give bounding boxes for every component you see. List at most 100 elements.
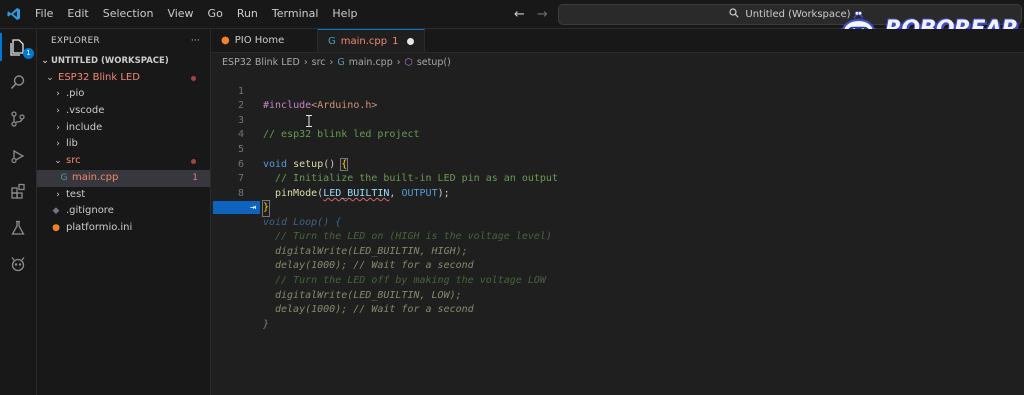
code-token: #include [263, 100, 312, 112]
tree-item-lib[interactable]: › lib [37, 136, 210, 153]
cpp-file-icon: G [60, 172, 68, 183]
explorer-icon[interactable]: 1 [6, 35, 34, 59]
cpp-file-icon: G [328, 35, 336, 47]
code-line: 3 // esp32 blink led project [211, 99, 420, 141]
code-token: LED_BUILTIN [323, 187, 390, 199]
explorer-badge: 1 [23, 48, 34, 59]
back-arrow-icon[interactable]: ← [514, 7, 525, 22]
tab-pio-home[interactable]: ● PIO Home [211, 29, 318, 52]
tree-item-label: platformio.ini [66, 221, 133, 233]
ghost-line: // Turn the LED off by making the voltag… [211, 259, 546, 286]
code-token: setup [293, 158, 324, 170]
ghost-text: delay(1000); // Wait for a second [275, 260, 474, 272]
chevron-right-icon: › [56, 139, 60, 150]
platformio-alien-icon[interactable] [6, 252, 30, 276]
code-line: 1 #include<Arduino.h> [211, 70, 377, 112]
explorer-header: EXPLORER ··· [37, 29, 210, 53]
ghost-line: digitalWrite(LED_BUILTIN, LOW); [211, 274, 462, 301]
line-number: 8 [237, 187, 244, 199]
tab-label: main.cpp [340, 35, 388, 47]
tree-item-label: .gitignore [66, 205, 114, 217]
platformio-file-icon: ● [52, 222, 60, 233]
menu-selection[interactable]: Selection [96, 0, 161, 28]
modified-dot-icon [191, 75, 196, 81]
code-comment: // esp32 blink led project [263, 129, 420, 141]
chevron-right-icon: › [56, 189, 60, 200]
code-line: 5 void setup() { [211, 128, 349, 171]
tab-main-cpp[interactable]: G main.cpp 1 [318, 29, 426, 52]
code-token: OUTPUT [401, 187, 438, 199]
menu-run[interactable]: Run [230, 0, 265, 28]
tree-item-label: .vscode [66, 105, 105, 117]
tree-item-src[interactable]: ⌄ src [37, 153, 210, 170]
tree-item-gitignore[interactable]: ◆ .gitignore [37, 203, 210, 220]
chevron-down-icon: ⌄ [54, 156, 62, 167]
explorer-title: EXPLORER [51, 36, 100, 46]
menu-file[interactable]: File [28, 0, 60, 28]
ghost-text: // Turn the LED off by making the voltag… [275, 274, 546, 286]
file-icon: ◆ [52, 206, 60, 217]
cpp-file-icon: G [337, 56, 345, 68]
tree-item-test[interactable]: › test [37, 187, 210, 204]
nav-arrows: ← → [514, 0, 548, 28]
more-actions-icon[interactable]: ··· [191, 36, 200, 46]
menu-view[interactable]: View [160, 0, 200, 28]
code-token: () [323, 158, 342, 170]
text-cursor-icon [306, 115, 312, 127]
ghost-text: digitalWrite(LED_BUILTIN, LOW); [275, 289, 462, 301]
tab-label: PIO Home [234, 35, 285, 46]
ghost-line: // Turn the LED on (HIGH is the voltage … [211, 216, 552, 242]
chevron-right-icon: › [56, 106, 60, 117]
activity-bar: 1 [0, 29, 37, 395]
tree-item-label: include [66, 121, 103, 133]
code-token: } [261, 200, 271, 217]
workspace-label: UNTITLED (WORKSPACE) [51, 56, 169, 66]
run-debug-icon[interactable] [6, 144, 30, 168]
extensions-icon[interactable] [6, 179, 30, 203]
project-folder[interactable]: ⌄ ESP32 Blink LED [37, 70, 210, 87]
ghost-line: digitalWrite(LED_BUILTIN, HIGH); [211, 230, 468, 257]
menu-terminal[interactable]: Terminal [265, 0, 326, 28]
source-control-icon[interactable] [6, 107, 30, 131]
chevron-down-icon: ⌄ [46, 72, 54, 83]
code-line: 8 } [211, 172, 271, 217]
menu-edit[interactable]: Edit [60, 0, 95, 28]
modified-dot-icon [191, 159, 196, 165]
unsaved-dot-icon[interactable] [407, 37, 415, 45]
code-line: 7 pinMode(LED_BUILTIN, OUTPUT); [211, 158, 450, 199]
tree-item-pio[interactable]: › .pio [37, 86, 210, 103]
tree-item-label: src [66, 155, 81, 167]
testing-flask-icon[interactable] [6, 216, 30, 240]
tree-item-label: main.cpp [72, 171, 119, 183]
menu-help[interactable]: Help [325, 0, 364, 28]
tree-item-platformio-ini[interactable]: ● platformio.ini [37, 220, 210, 237]
chevron-right-icon: › [329, 56, 334, 68]
tree-item-include[interactable]: › include [37, 120, 210, 137]
breadcrumb-file[interactable]: main.cpp [349, 57, 393, 68]
ghost-text: } [263, 318, 270, 330]
search-icon[interactable] [6, 70, 30, 94]
breadcrumb: ESP32 Blink LED › src › G main.cpp › ⬡ s… [222, 54, 451, 70]
code-token: <Arduino.h> [311, 100, 378, 112]
active-indicator [0, 33, 2, 61]
chevron-right-icon: › [396, 56, 401, 68]
menu-go[interactable]: Go [201, 0, 230, 28]
ghost-line: delay(1000); // Wait for a second [211, 289, 474, 315]
code-editor[interactable]: 1 #include<Arduino.h> 2 3 // esp32 blink… [211, 70, 1024, 395]
ghost-line: void Loop() { [211, 201, 341, 228]
project-label: ESP32 Blink LED [58, 71, 140, 83]
ghost-line: delay(1000); // Wait for a second [211, 245, 474, 271]
tree-item-main-cpp[interactable]: G main.cpp 1 [37, 169, 210, 187]
chevron-right-icon: › [56, 122, 60, 133]
vscode-logo-icon [0, 0, 28, 28]
explorer-sidebar: EXPLORER ··· ⌄ UNTITLED (WORKSPACE) ⌄ ES… [37, 29, 211, 395]
forward-arrow-icon[interactable]: → [537, 7, 548, 22]
breadcrumb-project[interactable]: ESP32 Blink LED [222, 57, 300, 68]
tree-item-vscode[interactable]: › .vscode [37, 103, 210, 120]
tree-item-label: test [66, 188, 86, 200]
breadcrumb-src[interactable]: src [312, 57, 326, 68]
workspace-folder[interactable]: ⌄ UNTITLED (WORKSPACE) [37, 53, 210, 70]
problem-count: 1 [192, 172, 198, 183]
code-token: void [263, 158, 288, 170]
breadcrumb-symbol[interactable]: setup() [417, 57, 451, 68]
